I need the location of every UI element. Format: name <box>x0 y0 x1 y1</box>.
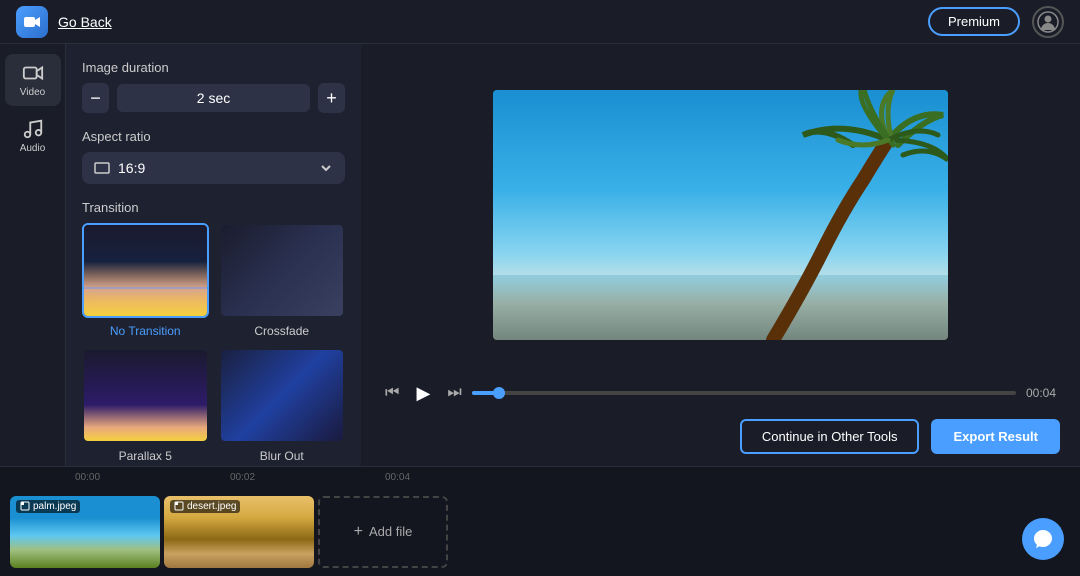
chevron-down-icon <box>319 161 333 175</box>
palm-image <box>493 90 948 340</box>
duration-plus-button[interactable]: + <box>318 83 345 113</box>
timeline-clip-desert[interactable]: desert.jpeg <box>164 496 314 568</box>
left-panel: Image duration − + Aspect ratio 16:9 <box>66 44 361 466</box>
bottom-bar: 00:00 00:02 00:04 palm.jpeg <box>0 466 1080 576</box>
continue-button[interactable]: Continue in Other Tools <box>740 419 920 454</box>
palm-clip-label: palm.jpeg <box>16 500 80 513</box>
image-file-icon <box>20 501 30 511</box>
action-row: Continue in Other Tools Export Result <box>381 419 1060 454</box>
aspect-ratio-section: Aspect ratio 16:9 <box>82 129 345 184</box>
transition-item-none[interactable]: No Transition <box>82 223 209 338</box>
app-icon <box>16 6 48 38</box>
duration-control: − + <box>82 83 345 113</box>
user-avatar[interactable] <box>1032 6 1064 38</box>
go-back-link[interactable]: Go Back <box>58 14 112 30</box>
progress-thumb <box>493 387 505 399</box>
video-frame <box>493 90 948 340</box>
transition-grid: No Transition Crossfade Parallax 5 <box>82 223 345 463</box>
add-file-label: Add file <box>369 524 412 539</box>
premium-button[interactable]: Premium <box>928 7 1020 36</box>
sidebar-item-audio[interactable]: Audio <box>5 110 61 162</box>
image-duration-section: Image duration − + <box>82 60 345 113</box>
header-left: Go Back <box>16 6 112 38</box>
main-content: Video Audio Image duration − + Aspect ra… <box>0 44 1080 466</box>
play-button[interactable]: ▶ <box>409 379 437 407</box>
chat-icon <box>1032 528 1054 550</box>
transition-label: Transition <box>82 200 345 215</box>
add-file-plus-icon: + <box>354 523 363 541</box>
transition-name-none: No Transition <box>110 324 181 338</box>
transition-thumb-parallax5 <box>82 348 209 443</box>
sidebar-audio-label: Audio <box>20 143 46 154</box>
transition-section: Transition No Transition Crossfade <box>82 200 345 463</box>
transition-name-blurout: Blur Out <box>260 449 304 463</box>
image-duration-label: Image duration <box>82 60 345 75</box>
progress-bar[interactable] <box>472 391 1016 395</box>
add-file-button[interactable]: + Add file <box>318 496 448 568</box>
export-button[interactable]: Export Result <box>931 419 1060 454</box>
transition-thumb-crossfade <box>219 223 346 318</box>
palm-filename: palm.jpeg <box>33 501 76 512</box>
aspect-inner: 16:9 <box>94 160 145 176</box>
transition-name-crossfade: Crossfade <box>254 324 309 338</box>
desert-filename: desert.jpeg <box>187 501 236 512</box>
aspect-ratio-label: Aspect ratio <box>82 129 345 144</box>
time-label: 00:04 <box>1026 386 1056 400</box>
ruler-mark-1: 00:02 <box>230 472 385 483</box>
video-preview <box>381 60 1060 369</box>
transition-thumb-blurout <box>219 348 346 443</box>
duration-minus-button[interactable]: − <box>82 83 109 113</box>
right-area: ⏮ ▶ ⏭ 00:04 Continue in Other Tools Expo… <box>361 44 1080 466</box>
aspect-ratio-value: 16:9 <box>118 160 145 176</box>
header-right: Premium <box>928 6 1064 38</box>
transition-item-parallax5[interactable]: Parallax 5 <box>82 348 209 463</box>
aspect-ratio-dropdown[interactable]: 16:9 <box>82 152 345 184</box>
sidebar-item-video[interactable]: Video <box>5 54 61 106</box>
timeline-clip-palm[interactable]: palm.jpeg <box>10 496 160 568</box>
ruler-mark-0: 00:00 <box>75 472 230 483</box>
transition-thumb-none <box>82 223 209 318</box>
palm-tree-svg <box>493 90 948 340</box>
skip-back-icon[interactable]: ⏮ <box>385 384 399 402</box>
transition-name-parallax5: Parallax 5 <box>119 449 172 463</box>
skip-forward-icon[interactable]: ⏭ <box>447 384 461 402</box>
header: Go Back Premium <box>0 0 1080 44</box>
chat-bubble[interactable] <box>1022 518 1064 560</box>
duration-input[interactable] <box>117 84 310 112</box>
ruler-mark-2: 00:04 <box>385 472 540 483</box>
timeline-ruler: 00:00 00:02 00:04 <box>0 467 1080 487</box>
playback-controls: ⏮ ▶ ⏭ 00:04 <box>381 379 1060 407</box>
image-file-icon-2 <box>174 501 184 511</box>
sidebar-video-label: Video <box>20 87 45 98</box>
timeline-content: palm.jpeg desert.jpeg + Add file <box>0 487 1080 576</box>
sidebar-icons: Video Audio <box>0 44 66 466</box>
desert-clip-label: desert.jpeg <box>170 500 240 513</box>
transition-item-crossfade[interactable]: Crossfade <box>219 223 346 338</box>
transition-item-blurout[interactable]: Blur Out <box>219 348 346 463</box>
